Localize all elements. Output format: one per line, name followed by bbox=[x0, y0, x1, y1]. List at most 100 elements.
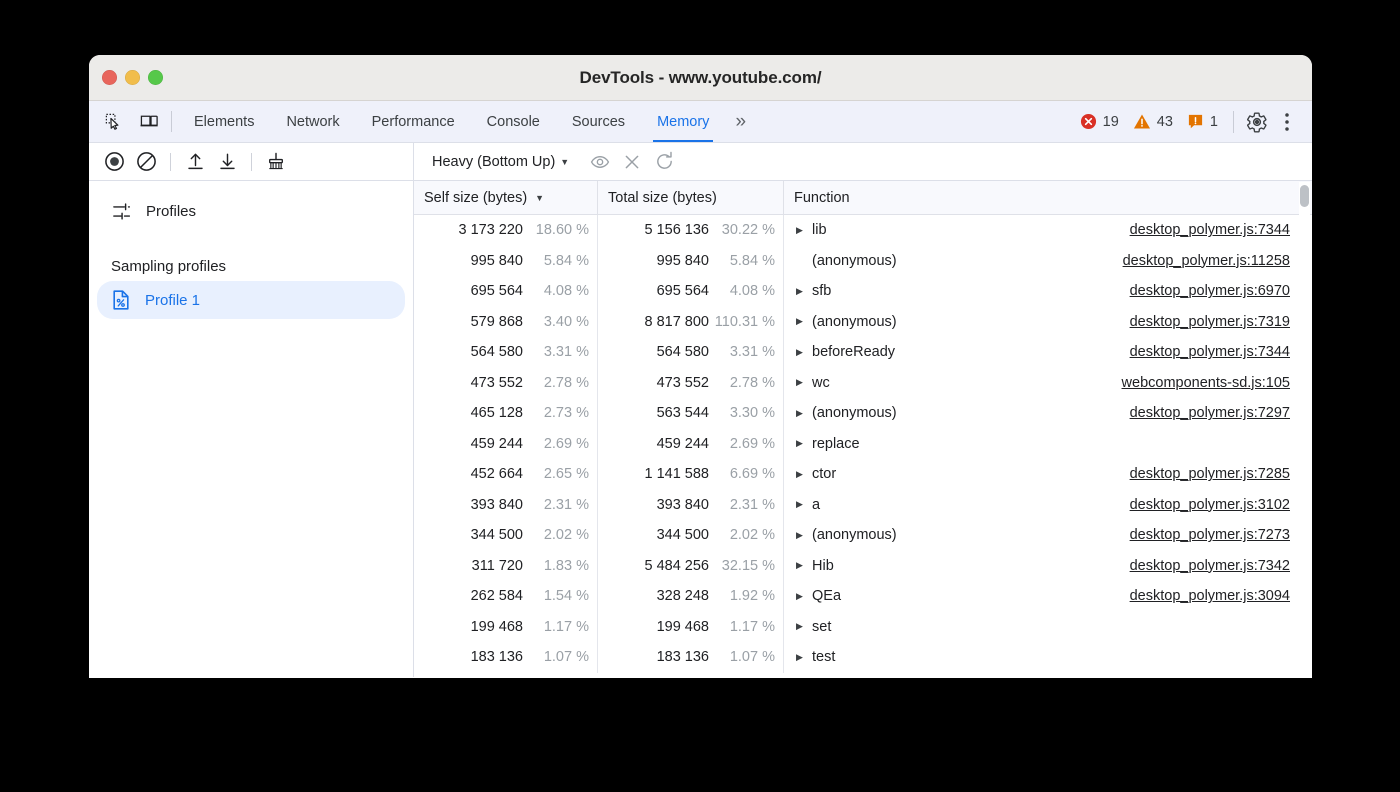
cell-function: ▶Hibdesktop_polymer.js:7342 bbox=[784, 551, 1312, 582]
table-row[interactable]: 459 2442.69 %459 2442.69 %▶replace bbox=[414, 429, 1312, 460]
load-upload-icon[interactable] bbox=[180, 148, 210, 176]
expand-triangle-icon[interactable]: ▶ bbox=[796, 347, 812, 358]
x-icon[interactable] bbox=[617, 148, 647, 176]
cell-self-size: 579 8683.40 % bbox=[414, 307, 598, 338]
record-icon[interactable] bbox=[99, 148, 129, 176]
cell-function: ▶(anonymous)desktop_polymer.js:7297 bbox=[784, 398, 1312, 429]
expand-triangle-icon[interactable]: ▶ bbox=[796, 621, 812, 632]
window-title-bar: DevTools - www.youtube.com/ bbox=[89, 55, 1312, 101]
table-row[interactable]: 344 5002.02 %344 5002.02 %▶(anonymous)de… bbox=[414, 520, 1312, 551]
source-link[interactable]: desktop_polymer.js:6970 bbox=[1130, 283, 1312, 299]
more-tabs-icon[interactable]: » bbox=[725, 101, 754, 142]
expand-triangle-icon[interactable]: ▶ bbox=[796, 377, 812, 388]
table-row[interactable]: 995 8405.84 %995 8405.84 %(anonymous)des… bbox=[414, 246, 1312, 277]
three-dots-icon[interactable] bbox=[1272, 107, 1302, 137]
expand-triangle-icon[interactable]: ▶ bbox=[796, 591, 812, 602]
cell-total-size: 393 8402.31 % bbox=[598, 490, 784, 521]
sidebar-item-label: Profile 1 bbox=[145, 292, 200, 309]
warning-counter[interactable]: 43 bbox=[1126, 113, 1180, 130]
inspect-element-icon[interactable] bbox=[99, 108, 127, 136]
self-size-percent: 2.02 % bbox=[523, 527, 597, 543]
expand-triangle-icon[interactable]: ▶ bbox=[796, 438, 812, 449]
table-row[interactable]: 452 6642.65 %1 141 5886.69 %▶ctordesktop… bbox=[414, 459, 1312, 490]
table-row[interactable]: 465 1282.73 %563 5443.30 %▶(anonymous)de… bbox=[414, 398, 1312, 429]
gear-icon[interactable] bbox=[1242, 107, 1272, 137]
garbage-collect-brush-icon[interactable] bbox=[261, 148, 291, 176]
table-row[interactable]: 473 5522.78 %473 5522.78 %▶wcwebcomponen… bbox=[414, 368, 1312, 399]
expand-triangle-icon[interactable]: ▶ bbox=[796, 469, 812, 480]
table-row[interactable]: 579 8683.40 %8 817 800110.31 %▶(anonymou… bbox=[414, 307, 1312, 338]
expand-triangle-icon[interactable]: ▶ bbox=[796, 560, 812, 571]
cell-total-size: 995 8405.84 % bbox=[598, 246, 784, 277]
self-size-percent: 3.40 % bbox=[523, 314, 597, 330]
total-size-value: 183 136 bbox=[657, 649, 709, 665]
clear-icon[interactable] bbox=[131, 148, 161, 176]
table-row[interactable]: 262 5841.54 %328 2481.92 %▶QEadesktop_po… bbox=[414, 581, 1312, 612]
column-header-total-size[interactable]: Total size (bytes) bbox=[598, 181, 784, 214]
total-size-percent: 3.30 % bbox=[709, 405, 783, 421]
cell-function: ▶replace bbox=[784, 429, 1312, 460]
sidebar-item-profile-1[interactable]: Profile 1 bbox=[97, 281, 405, 319]
tab-memory[interactable]: Memory bbox=[641, 101, 725, 142]
tab-elements[interactable]: Elements bbox=[178, 101, 270, 142]
source-link[interactable]: desktop_polymer.js:7273 bbox=[1130, 527, 1312, 543]
source-link[interactable]: desktop_polymer.js:11258 bbox=[1123, 253, 1312, 269]
expand-triangle-icon[interactable]: ▶ bbox=[796, 530, 812, 541]
cell-total-size: 695 5644.08 % bbox=[598, 276, 784, 307]
tab-performance[interactable]: Performance bbox=[356, 101, 471, 142]
cell-total-size: 564 5803.31 % bbox=[598, 337, 784, 368]
table-row[interactable]: 3 173 22018.60 %5 156 13630.22 %▶libdesk… bbox=[414, 215, 1312, 246]
cell-total-size: 459 2442.69 % bbox=[598, 429, 784, 460]
sidebar-header-profiles[interactable]: Profiles bbox=[89, 193, 413, 230]
cell-self-size: 564 5803.31 % bbox=[414, 337, 598, 368]
cell-total-size: 344 5002.02 % bbox=[598, 520, 784, 551]
source-link[interactable]: desktop_polymer.js:7285 bbox=[1130, 466, 1312, 482]
grid-scrollbar-thumb[interactable] bbox=[1300, 185, 1309, 207]
tab-bar-left-icons bbox=[89, 101, 163, 142]
expand-triangle-icon[interactable]: ▶ bbox=[796, 499, 812, 510]
device-toolbar-icon[interactable] bbox=[135, 108, 163, 136]
toolbar-divider-2 bbox=[251, 153, 252, 171]
expand-triangle-icon[interactable]: ▶ bbox=[796, 652, 812, 663]
table-row[interactable]: 183 1361.07 %183 1361.07 %▶test bbox=[414, 642, 1312, 673]
total-size-percent: 110.31 % bbox=[709, 314, 783, 330]
issues-counter[interactable]: 1 bbox=[1180, 113, 1225, 130]
eye-icon[interactable] bbox=[585, 148, 615, 176]
column-header-function[interactable]: Function bbox=[784, 181, 1312, 214]
issues-count: 1 bbox=[1210, 114, 1218, 130]
error-counter[interactable]: 19 bbox=[1073, 113, 1126, 130]
refresh-icon[interactable] bbox=[649, 148, 679, 176]
tab-sources[interactable]: Sources bbox=[556, 101, 641, 142]
cell-self-size: 995 8405.84 % bbox=[414, 246, 598, 277]
tab-network[interactable]: Network bbox=[270, 101, 355, 142]
self-size-percent: 3.31 % bbox=[523, 344, 597, 360]
source-link[interactable]: desktop_polymer.js:7342 bbox=[1130, 558, 1312, 574]
source-link[interactable]: desktop_polymer.js:7297 bbox=[1130, 405, 1312, 421]
save-download-icon[interactable] bbox=[212, 148, 242, 176]
source-link[interactable]: desktop_polymer.js:3102 bbox=[1130, 497, 1312, 513]
grid-scrollbar[interactable] bbox=[1299, 182, 1310, 677]
cell-function: ▶QEadesktop_polymer.js:3094 bbox=[784, 581, 1312, 612]
source-link[interactable]: desktop_polymer.js:7344 bbox=[1130, 344, 1312, 360]
table-row[interactable]: 311 7201.83 %5 484 25632.15 %▶Hibdesktop… bbox=[414, 551, 1312, 582]
table-row[interactable]: 695 5644.08 %695 5644.08 %▶sfbdesktop_po… bbox=[414, 276, 1312, 307]
source-link[interactable]: desktop_polymer.js:7344 bbox=[1130, 222, 1312, 238]
source-link[interactable]: desktop_polymer.js:3094 bbox=[1130, 588, 1312, 604]
cell-self-size: 393 8402.31 % bbox=[414, 490, 598, 521]
view-mode-dropdown[interactable]: Heavy (Bottom Up) ▼ bbox=[426, 151, 575, 173]
expand-triangle-icon[interactable]: ▶ bbox=[796, 225, 812, 236]
source-link[interactable]: webcomponents-sd.js:105 bbox=[1122, 375, 1312, 391]
function-name: (anonymous) bbox=[812, 314, 897, 330]
tab-console[interactable]: Console bbox=[471, 101, 556, 142]
column-header-label: Self size (bytes) bbox=[424, 190, 527, 206]
table-row[interactable]: 393 8402.31 %393 8402.31 %▶adesktop_poly… bbox=[414, 490, 1312, 521]
cell-function: ▶beforeReadydesktop_polymer.js:7344 bbox=[784, 337, 1312, 368]
table-row[interactable]: 564 5803.31 %564 5803.31 %▶beforeReadyde… bbox=[414, 337, 1312, 368]
column-header-self-size[interactable]: Self size (bytes) ▼ bbox=[414, 181, 598, 214]
expand-triangle-icon[interactable]: ▶ bbox=[796, 408, 812, 419]
expand-triangle-icon[interactable]: ▶ bbox=[796, 286, 812, 297]
self-size-value: 459 244 bbox=[471, 436, 523, 452]
source-link[interactable]: desktop_polymer.js:7319 bbox=[1130, 314, 1312, 330]
expand-triangle-icon[interactable]: ▶ bbox=[796, 316, 812, 327]
table-row[interactable]: 199 4681.17 %199 4681.17 %▶set bbox=[414, 612, 1312, 643]
